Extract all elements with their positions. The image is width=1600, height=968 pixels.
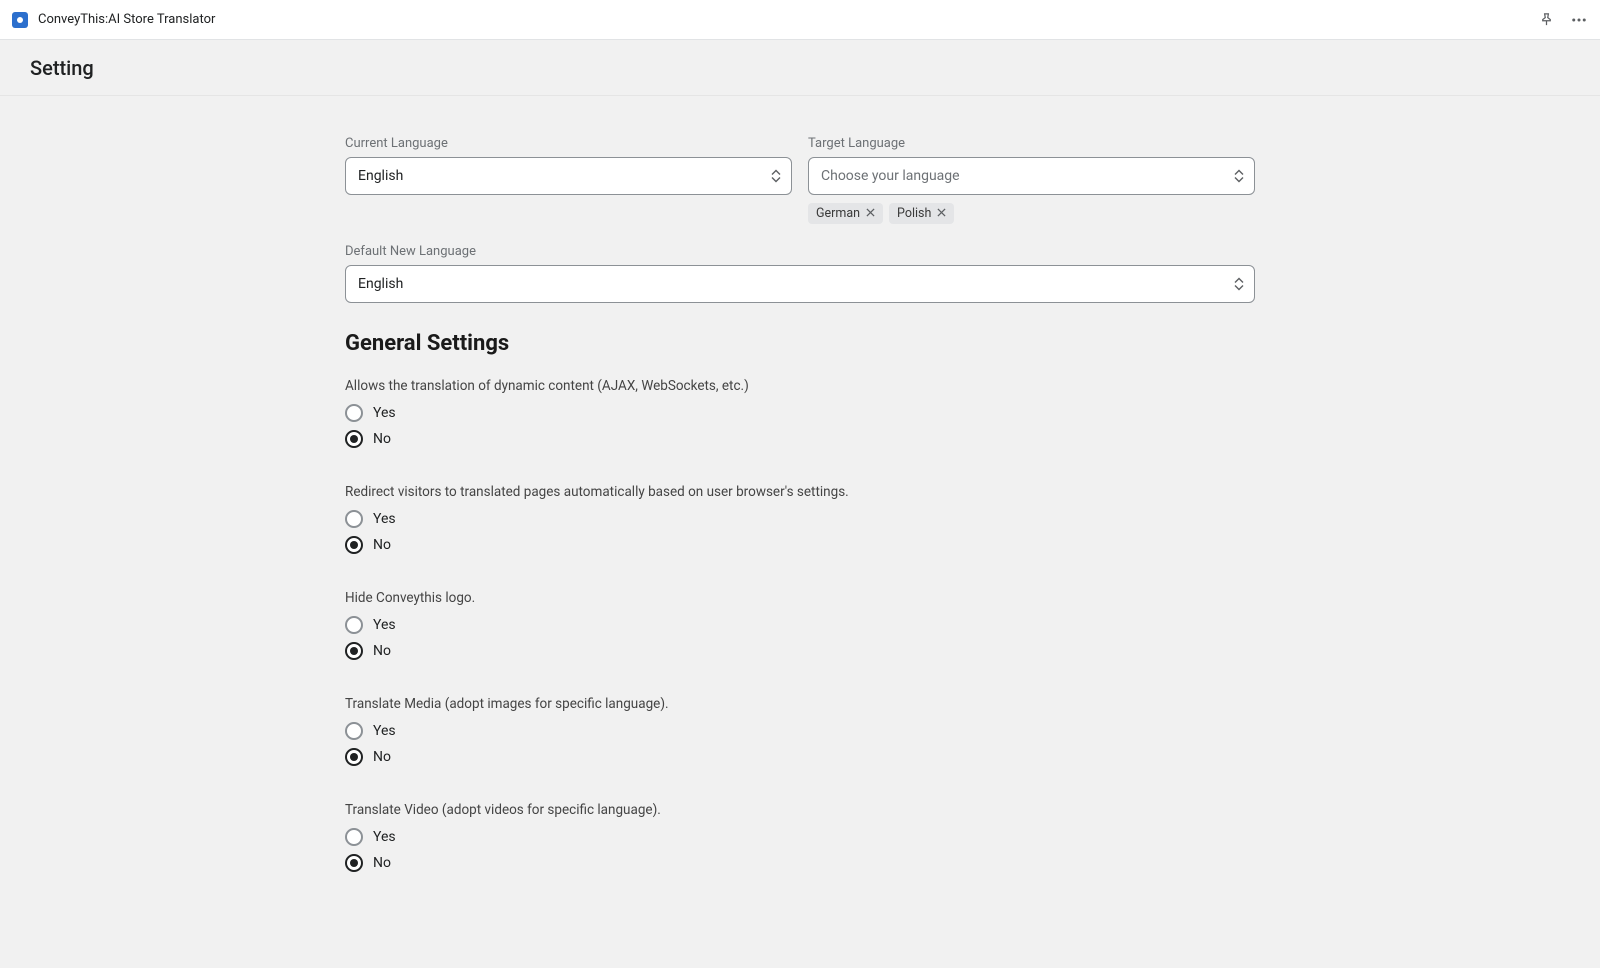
chip-label: Polish [897,206,931,221]
target-language-placeholder: Choose your language [821,168,960,184]
radio-label: No [373,749,391,765]
radio-option-no[interactable]: No [345,854,1255,872]
select-caret-icon [1234,170,1244,183]
select-caret-icon [1234,278,1244,291]
setting-group: Translate Video (adopt videos for specif… [345,802,1255,872]
radio-icon [345,430,363,448]
setting-group: Redirect visitors to translated pages au… [345,484,1255,554]
radio-label: No [373,431,391,447]
setting-group: Allows the translation of dynamic conten… [345,378,1255,448]
select-caret-icon [771,170,781,183]
radio-label: Yes [373,617,396,633]
radio-icon [345,854,363,872]
radio-icon [345,510,363,528]
radio-label: Yes [373,829,396,845]
radio-option-no[interactable]: No [345,536,1255,554]
content: Current Language English Target Language… [0,96,1600,968]
radio-icon [345,404,363,422]
setting-label: Translate Video (adopt videos for specif… [345,802,1255,818]
radio-option-yes[interactable]: Yes [345,510,1255,528]
target-language-select[interactable]: Choose your language [808,157,1255,195]
radio-option-no[interactable]: No [345,748,1255,766]
app-icon [12,12,28,28]
current-language-label: Current Language [345,136,792,151]
more-icon[interactable] [1570,11,1588,29]
language-chip: Polish [889,203,954,224]
setting-group: Translate Media (adopt images for specif… [345,696,1255,766]
default-new-language-select[interactable]: English [345,265,1255,303]
target-language-chips: German Polish [808,203,1255,224]
topbar: ConveyThis:AI Store Translator [0,0,1600,40]
radio-label: No [373,537,391,553]
setting-label: Hide Conveythis logo. [345,590,1255,606]
general-settings-heading: General Settings [345,331,1255,356]
radio-icon [345,828,363,846]
default-new-language-value: English [358,276,403,292]
radio-option-yes[interactable]: Yes [345,722,1255,740]
default-new-language-label: Default New Language [345,244,1255,259]
setting-label: Allows the translation of dynamic conten… [345,378,1255,394]
setting-label: Translate Media (adopt images for specif… [345,696,1255,712]
radio-option-yes[interactable]: Yes [345,404,1255,422]
radio-option-yes[interactable]: Yes [345,828,1255,846]
language-chip: German [808,203,883,224]
radio-option-no[interactable]: No [345,642,1255,660]
pin-icon[interactable] [1539,12,1554,27]
subheader: Setting [0,40,1600,96]
current-language-select[interactable]: English [345,157,792,195]
radio-icon [345,748,363,766]
chip-remove-icon[interactable] [866,206,875,221]
page-title: Setting [30,56,94,80]
radio-label: No [373,643,391,659]
setting-label: Redirect visitors to translated pages au… [345,484,1255,500]
target-language-label: Target Language [808,136,1255,151]
radio-icon [345,616,363,634]
radio-label: Yes [373,405,396,421]
container: Current Language English Target Language… [345,136,1255,908]
radio-label: Yes [373,511,396,527]
radio-option-yes[interactable]: Yes [345,616,1255,634]
current-language-value: English [358,168,403,184]
app-title: ConveyThis:AI Store Translator [38,12,215,27]
radio-label: Yes [373,723,396,739]
settings-list: Allows the translation of dynamic conten… [345,378,1255,872]
radio-icon [345,536,363,554]
chip-remove-icon[interactable] [937,206,946,221]
topbar-left: ConveyThis:AI Store Translator [12,12,215,28]
radio-option-no[interactable]: No [345,430,1255,448]
radio-icon [345,642,363,660]
setting-group: Hide Conveythis logo. Yes No [345,590,1255,660]
topbar-right [1539,11,1588,29]
chip-label: German [816,206,860,221]
radio-label: No [373,855,391,871]
radio-icon [345,722,363,740]
